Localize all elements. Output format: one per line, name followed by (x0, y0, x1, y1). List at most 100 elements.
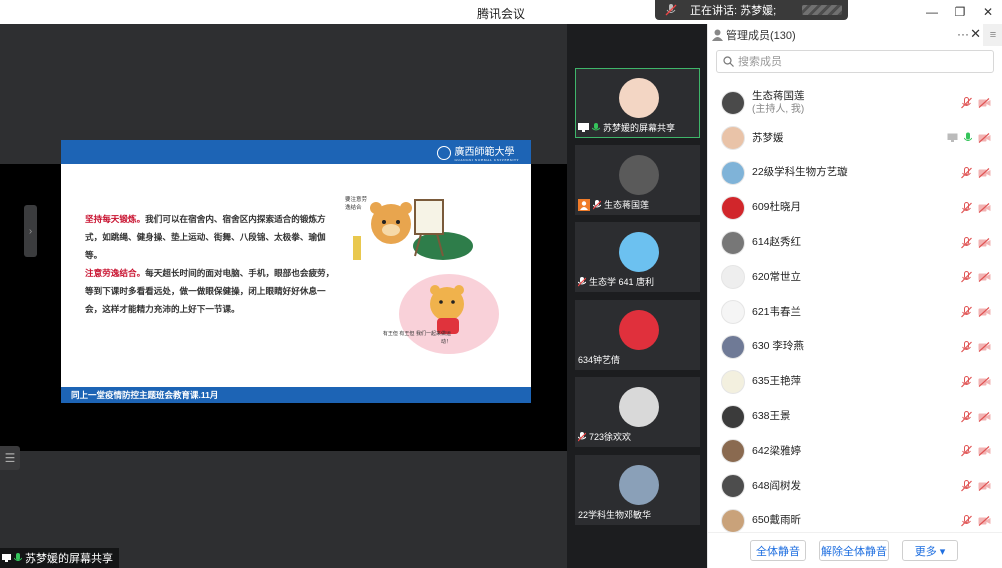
more-options-icon[interactable]: ··· (957, 27, 969, 41)
avatar (721, 508, 745, 533)
member-row[interactable]: 635王艳萍 (708, 364, 1002, 399)
member-row[interactable]: 630 李玲燕 (708, 330, 1002, 365)
camera-off-icon (978, 272, 991, 283)
avatar (721, 300, 745, 325)
mic-muted-icon (961, 271, 972, 283)
slide-text: 坚持每天锻炼。我们可以在宿舍内、宿舍区内探索适合的锻炼方式，如跳绳、健身操、垫上… (85, 210, 337, 318)
member-row[interactable]: 苏梦媛 (708, 121, 1002, 156)
mic-muted-icon (961, 410, 972, 422)
member-name-block: 生态蒋国莲 (主持人, 我) (752, 90, 805, 116)
camera-off-icon (978, 202, 991, 213)
video-tile[interactable]: 生态蒋国莲 (575, 145, 700, 215)
avatar (619, 78, 659, 118)
camera-off-icon (978, 307, 991, 318)
list-icon[interactable]: ☰ (0, 446, 20, 470)
presentation-slide: 廣西師範大學 GUANGXI NORMAL UNIVERSITY 坚持每天锻炼。我… (61, 140, 531, 403)
member-name: 630 李玲燕 (752, 340, 804, 353)
mute-all-button[interactable]: 全体静音 (750, 540, 806, 561)
close-panel-icon[interactable]: ✕ (970, 26, 981, 42)
avatar (721, 160, 745, 185)
camera-off-icon (978, 98, 991, 109)
mic-on-icon (964, 132, 972, 142)
slide-para1-title: 坚持每天锻炼。 (85, 214, 146, 224)
slide-header: 廣西師範大學 GUANGXI NORMAL UNIVERSITY (61, 140, 531, 164)
member-name: 621韦春兰 (752, 305, 802, 318)
video-tile[interactable]: 苏梦媛的屏幕共享 (575, 68, 700, 138)
mic-muted-icon (961, 166, 972, 179)
member-name: 620常世立 (752, 270, 802, 283)
member-row[interactable]: 648阎树发 (708, 469, 1002, 504)
member-row[interactable]: 609杜晓月 (708, 190, 1002, 225)
video-tile-label: 苏梦媛的屏幕共享 (578, 121, 675, 134)
member-name: 642梁雅婷 (752, 444, 802, 457)
unmute-all-button[interactable]: 解除全体静音 (819, 540, 889, 561)
video-tile[interactable]: 22学科生物邓敏华 (575, 455, 700, 525)
speaking-indicator: 正在讲话: 苏梦媛; (655, 0, 848, 20)
avatar (721, 334, 745, 359)
more-button[interactable]: 更多 ▾ (902, 540, 958, 561)
member-panel: 管理成员(130) ··· ✕ ≡ 生态蒋国莲(主持人, 我) 苏梦媛 22级学科生… (707, 24, 1002, 568)
host-icon (578, 198, 590, 211)
camera-off-icon (978, 376, 991, 387)
member-row[interactable]: 621韦春兰 (708, 295, 1002, 330)
mic-muted-icon (961, 306, 972, 318)
camera-off-icon (978, 237, 991, 248)
avatar (619, 310, 659, 350)
member-name: 648阎树发 (752, 479, 802, 492)
member-name-block: 650戴雨昕 (752, 514, 801, 527)
member-row[interactable]: 620常世立 (708, 260, 1002, 295)
member-search[interactable] (716, 50, 994, 73)
share-footer-label: 苏梦媛的屏幕共享 (25, 553, 113, 565)
search-icon (723, 56, 734, 67)
university-logo: 廣西師範大學 GUANGXI NORMAL UNIVERSITY (436, 143, 520, 162)
collapse-handle[interactable]: › (24, 205, 37, 257)
member-row[interactable]: 638王景 (708, 399, 1002, 434)
mic-on-icon (592, 122, 600, 130)
close-window-button[interactable]: ✕ (974, 0, 1002, 24)
camera-off-icon (978, 133, 991, 144)
title-bar: 腾讯会议 正在讲话: 苏梦媛; — ❐ ✕ (0, 0, 1002, 24)
video-tile-label: 生态蒋国莲 (578, 198, 649, 211)
member-name-block: 苏梦媛 (752, 132, 784, 145)
video-tile[interactable]: 634钟艺倩 (575, 300, 700, 370)
video-tile[interactable]: 723徐欢欢 (575, 377, 700, 447)
mic-muted-icon (961, 97, 972, 109)
camera-off-icon (978, 481, 991, 492)
user-icon (712, 29, 723, 41)
camera-off-icon (978, 516, 991, 526)
avatar (721, 404, 745, 429)
avatar (721, 439, 745, 464)
video-tile-name: 22学科生物邓敏华 (578, 510, 652, 520)
avatar (721, 126, 745, 151)
member-row[interactable]: 642梁雅婷 (708, 434, 1002, 469)
panel-footer: 全体静音 解除全体静音 更多 ▾ (708, 532, 1002, 568)
university-seal-icon (436, 145, 451, 160)
member-list: 生态蒋国莲 (主持人, 我) 苏梦媛 22级学科生物方艺璇 609杜晓月 614赵秀红 62… (708, 86, 1002, 538)
slide-footer: 同上一堂疫情防控主题班会教育课.11月 (61, 387, 531, 403)
maximize-button[interactable]: ❐ (946, 0, 974, 24)
speaking-avatars (802, 5, 843, 15)
video-tile-name: 生态学 641 唐利 (589, 277, 655, 287)
avatar (721, 230, 745, 255)
search-input[interactable] (738, 55, 978, 68)
avatar (619, 387, 659, 427)
share-label: 苏梦媛的屏幕共享 (0, 548, 119, 568)
video-tile-name: 苏梦媛的屏幕共享 (603, 123, 676, 133)
member-name: 生态蒋国莲 (752, 90, 805, 103)
member-row[interactable]: 生态蒋国莲 (主持人, 我) (708, 86, 1002, 121)
member-row[interactable]: 22级学科生物方艺璇 (708, 156, 1002, 191)
video-tile[interactable]: 生态学 641 唐利 (575, 222, 700, 292)
member-role: (主持人, 我) (752, 104, 805, 116)
mic-off-icon (665, 4, 677, 16)
video-tile-label: 22学科生物邓敏华 (578, 508, 651, 521)
member-row[interactable]: 614赵秀红 (708, 225, 1002, 260)
minimize-button[interactable]: — (918, 0, 946, 24)
app-title: 腾讯会议 (476, 7, 525, 21)
member-name-block: 609杜晓月 (752, 201, 801, 214)
panel-menu-icon[interactable]: ≡ (983, 24, 1002, 46)
mic-muted-icon (961, 480, 972, 492)
video-tile-name: 723徐欢欢 (589, 432, 632, 442)
avatar (721, 369, 745, 394)
mic-muted-icon (961, 340, 972, 353)
avatar (721, 91, 745, 116)
